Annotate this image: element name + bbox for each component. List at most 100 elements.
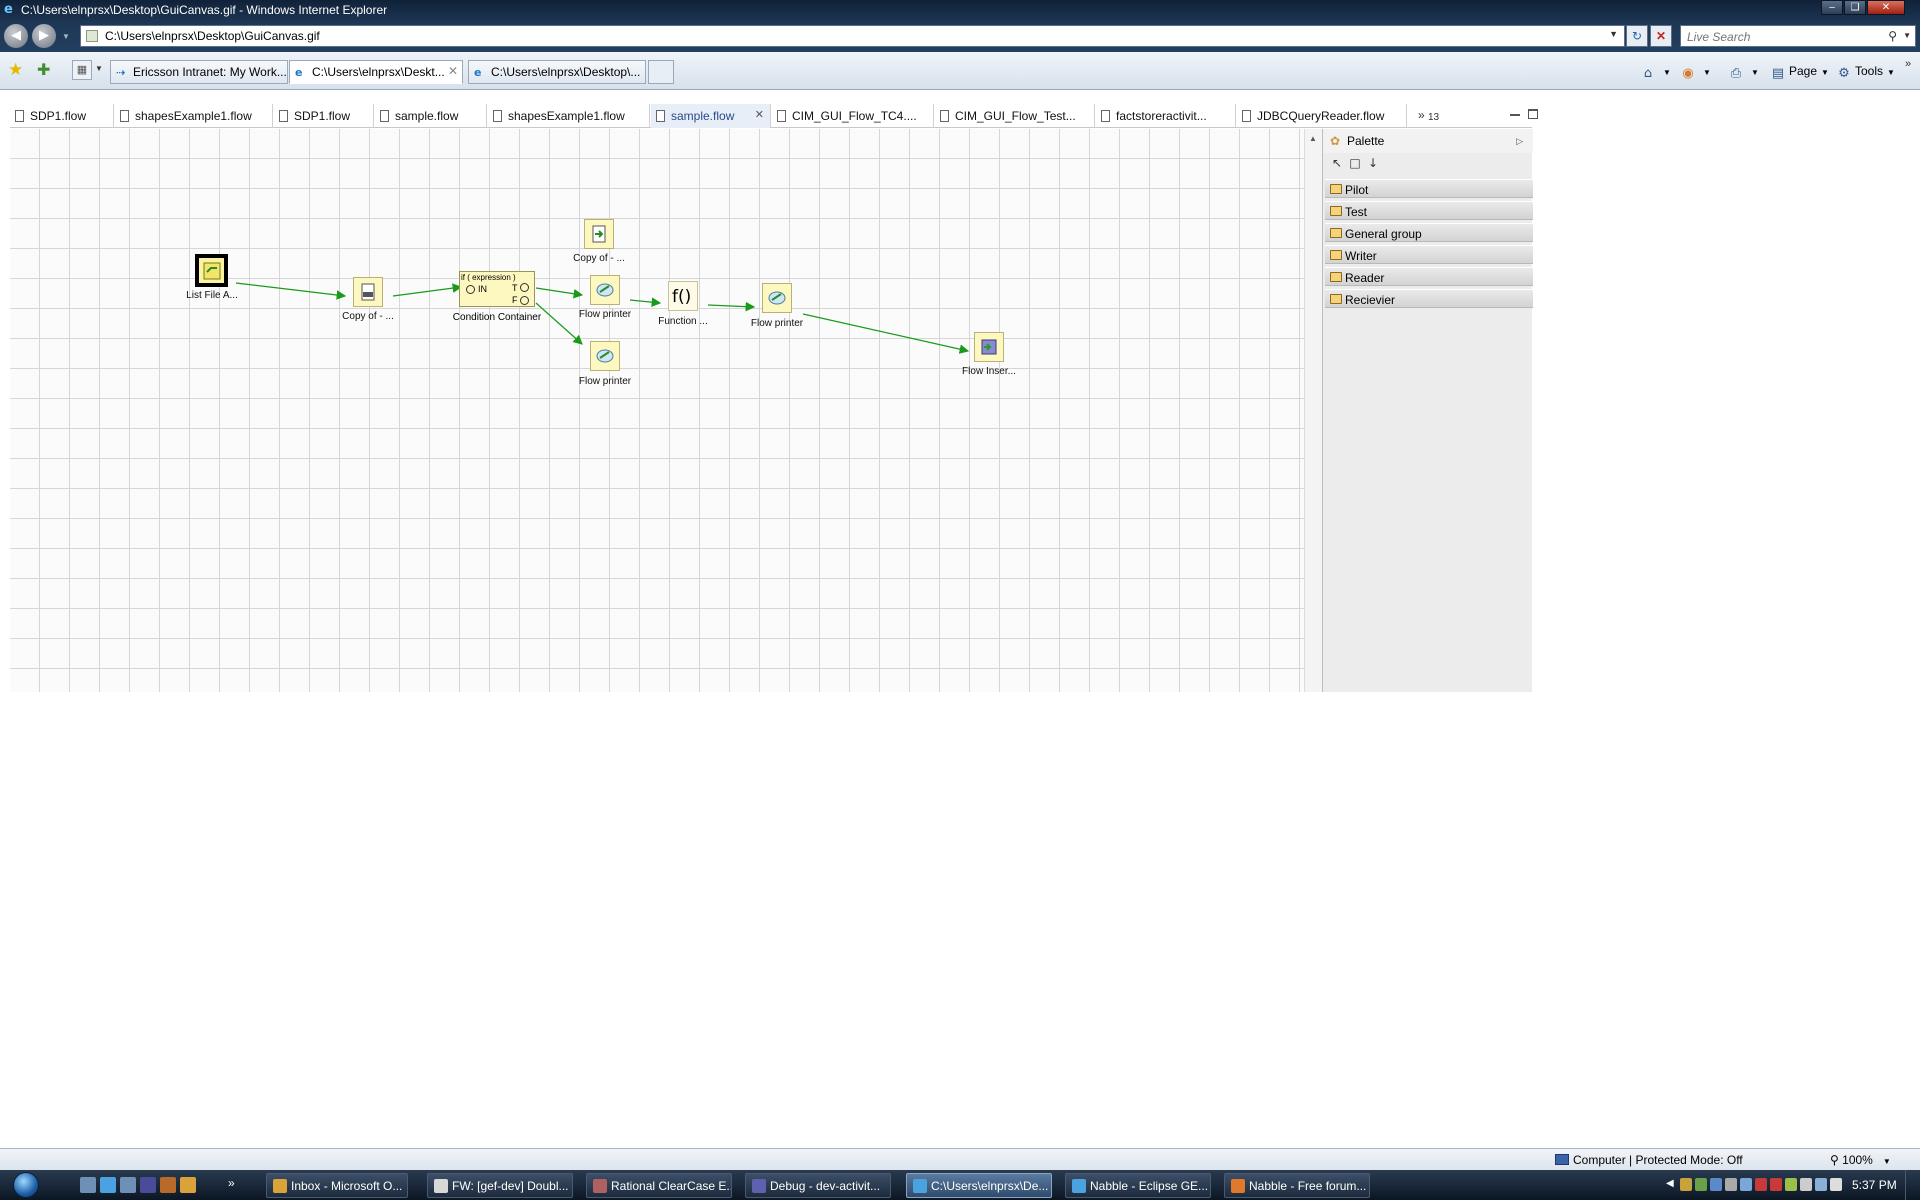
node-label: List File A...	[186, 290, 238, 301]
show-hidden-icons-icon[interactable]: ◀	[1666, 1178, 1674, 1189]
tray-app-icon[interactable]	[1785, 1178, 1797, 1191]
taskbar-item[interactable]: Rational ClearCase E...	[586, 1173, 732, 1198]
network-icon[interactable]	[1740, 1178, 1752, 1191]
drawer-label: Test	[1345, 205, 1368, 219]
palette-panel: ✿ Palette ▷ ↖ □ ↓ Pilot Test General group…	[1322, 129, 1533, 692]
taskbar-item[interactable]: Debug - dev-activit...	[745, 1173, 891, 1198]
start-button[interactable]	[3, 1170, 47, 1200]
clock[interactable]: 5:37 PM	[1852, 1178, 1897, 1192]
list-file-icon[interactable]	[195, 254, 228, 287]
outlook-icon[interactable]	[180, 1177, 196, 1193]
taskbar-item[interactable]: Nabble - Free forum...	[1224, 1173, 1370, 1198]
taskbar-item-label: Nabble - Free forum...	[1249, 1179, 1367, 1193]
tray-icons	[1680, 1178, 1845, 1194]
node-label: Function ...	[658, 316, 708, 327]
drawer-label: Reader	[1345, 271, 1385, 285]
drawer-label: Pilot	[1345, 183, 1369, 197]
taskbar-item-active[interactable]: C:\Users\elnprsx\De...	[906, 1173, 1052, 1198]
folder-icon	[1330, 272, 1342, 282]
eclipse-icon	[752, 1179, 766, 1193]
tray-app-icon[interactable]	[1755, 1178, 1767, 1191]
palette-drawer-reader[interactable]: Reader	[1325, 267, 1533, 286]
taskbar-item[interactable]: Inbox - Microsoft O...	[266, 1173, 408, 1198]
eclipse-icon[interactable]	[140, 1177, 156, 1193]
status-bar: Computer | Protected Mode: Off ⚲ 100% ▼	[0, 1148, 1920, 1170]
taskbar-item-label: FW: [gef-dev] Doubl...	[452, 1179, 569, 1193]
condition-false-label: F	[512, 295, 518, 305]
volume-icon[interactable]	[1830, 1178, 1842, 1191]
taskbar-item-label: Rational ClearCase E...	[611, 1179, 732, 1193]
edge-printer-to-inserter	[802, 313, 970, 354]
palette-icon: ✿	[1330, 134, 1341, 148]
firefox-icon	[1231, 1179, 1245, 1193]
node-label: Condition Container	[452, 312, 542, 323]
flow-printer-icon[interactable]	[590, 275, 620, 305]
app-icon[interactable]	[160, 1177, 176, 1193]
palette-tools: ↖ □ ↓	[1329, 155, 1383, 173]
csv-file-icon[interactable]	[353, 277, 383, 307]
clearcase-icon	[593, 1179, 607, 1193]
folder-icon	[1330, 250, 1342, 260]
select-tool-icon[interactable]: ↖	[1329, 155, 1345, 171]
zoom-dropdown-icon[interactable]: ▼	[1883, 1157, 1891, 1166]
flow-printer-icon[interactable]	[762, 283, 792, 313]
flow-connections	[235, 282, 970, 354]
palette-drawer-writer[interactable]: Writer	[1325, 245, 1533, 264]
drawer-label: Writer	[1345, 249, 1377, 263]
node-label: Flow printer	[578, 376, 632, 387]
tray-app-icon[interactable]	[1695, 1178, 1707, 1191]
condition-in-label: IN	[478, 284, 487, 294]
function-glyph: f()	[672, 287, 692, 307]
network-status-icon[interactable]	[1815, 1178, 1827, 1191]
folder-icon	[1330, 294, 1342, 304]
palette-title: Palette	[1347, 134, 1385, 148]
taskbar-item-label: Debug - dev-activit...	[770, 1179, 881, 1193]
taskbar-item-label: C:\Users\elnprsx\De...	[931, 1179, 1049, 1193]
palette-drawer-test[interactable]: Test	[1325, 201, 1533, 220]
edge-copy-to-condition	[392, 283, 463, 297]
computer-icon	[1555, 1154, 1569, 1165]
security-zone[interactable]: Computer | Protected Mode: Off	[1555, 1153, 1743, 1167]
zoom-level: 100%	[1842, 1153, 1873, 1167]
flow-printer-icon[interactable]	[590, 341, 620, 371]
node-label: Flow printer	[750, 318, 804, 329]
taskbar-item[interactable]: Nabble - Eclipse GE...	[1065, 1173, 1211, 1198]
tray-app-icon[interactable]	[1770, 1178, 1782, 1191]
input-port-icon[interactable]	[466, 285, 475, 294]
show-desktop-button[interactable]	[1905, 1170, 1919, 1200]
drawer-label: General group	[1345, 227, 1422, 241]
folder-icon	[1330, 228, 1342, 238]
connection-tool-icon[interactable]: ↓	[1365, 155, 1381, 171]
false-port-icon[interactable]	[520, 296, 529, 305]
ie-icon	[913, 1179, 927, 1193]
function-icon[interactable]: f()	[668, 281, 698, 311]
tray-app-icon[interactable]	[1710, 1178, 1722, 1191]
palette-drawer-pilot[interactable]: Pilot	[1325, 179, 1533, 198]
collapse-palette-icon[interactable]: ▷	[1516, 136, 1523, 147]
node-label: Copy of - ...	[573, 253, 625, 264]
folder-icon	[1330, 184, 1342, 194]
taskbar-item[interactable]: FW: [gef-dev] Doubl...	[427, 1173, 573, 1198]
tray-app-icon[interactable]	[1725, 1178, 1737, 1191]
tray-app-icon[interactable]	[1800, 1178, 1812, 1191]
node-label: Copy of - ...	[342, 311, 394, 322]
zoom-control[interactable]: ⚲ 100% ▼	[1830, 1153, 1891, 1167]
palette-drawer-general-group[interactable]: General group	[1325, 223, 1533, 242]
palette-drawer-recievier[interactable]: Recievier	[1325, 289, 1533, 308]
quick-launch	[80, 1177, 200, 1196]
tool-icon[interactable]	[120, 1177, 136, 1193]
desktop-icon[interactable]	[80, 1177, 96, 1193]
edge-function-to-printer	[707, 301, 756, 312]
folder-icon	[1330, 206, 1342, 216]
tray-app-icon[interactable]	[1680, 1178, 1692, 1191]
true-port-icon[interactable]	[520, 283, 529, 292]
quick-launch-overflow-icon[interactable]: »	[228, 1176, 235, 1190]
flow-inserter-icon[interactable]	[974, 332, 1004, 362]
node-condition-container[interactable]: if ( expression ) IN T F	[459, 271, 535, 307]
marquee-tool-icon[interactable]: □	[1347, 155, 1363, 171]
edge-printer-to-function	[629, 297, 662, 307]
condition-expression: if ( expression )	[461, 273, 516, 282]
palette-header: ✿ Palette ▷	[1323, 129, 1533, 153]
ie-icon[interactable]	[100, 1177, 116, 1193]
copy-file-icon[interactable]	[584, 219, 614, 249]
